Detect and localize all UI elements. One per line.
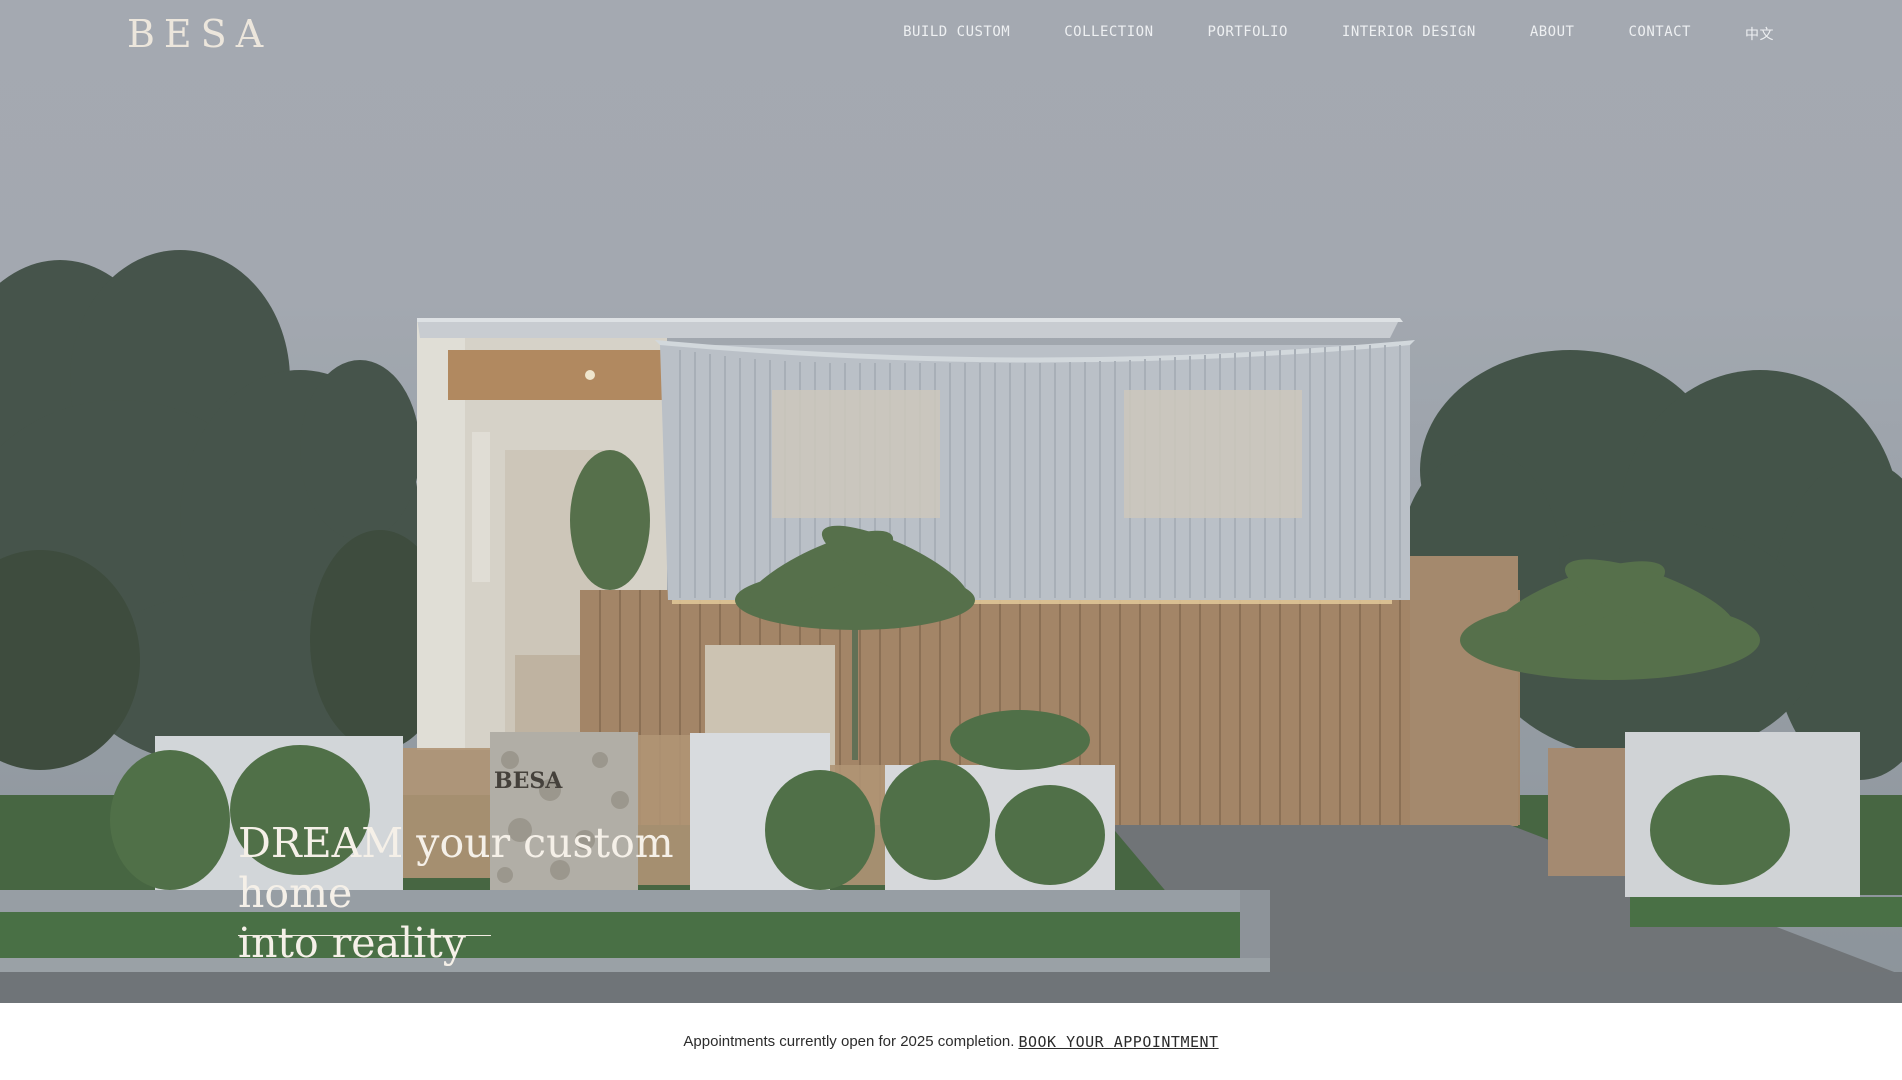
nav-contact[interactable]: CONTACT [1628,24,1691,44]
appointment-banner: Appointments currently open for 2025 com… [0,1003,1902,1080]
nav-collection[interactable]: COLLECTION [1064,24,1153,44]
main-nav: BUILD CUSTOM COLLECTION PORTFOLIO INTERI… [903,24,1774,44]
nav-interior-design[interactable]: INTERIOR DESIGN [1342,24,1476,44]
nav-portfolio[interactable]: PORTFOLIO [1208,24,1288,44]
hero-headline-line-2: into reality [238,919,466,967]
hero-headline-line-1: DREAM your custom home [238,819,674,917]
nav-language-chinese[interactable]: 中文 [1745,24,1774,44]
brand-logo[interactable]: BESA [127,12,272,56]
hero-headline: DREAM your custom home into reality [238,818,798,968]
banner-text: Appointments currently open for 2025 com… [683,1033,1015,1050]
nav-about[interactable]: ABOUT [1530,24,1575,44]
nav-build-custom[interactable]: BUILD CUSTOM [903,24,1010,44]
headline-underline [238,935,491,936]
book-appointment-link[interactable]: BOOK YOUR APPOINTMENT [1018,1033,1218,1051]
hero-section: BESA BESA BUILD CUSTOM COLLECTION PORTFO… [0,0,1902,1003]
